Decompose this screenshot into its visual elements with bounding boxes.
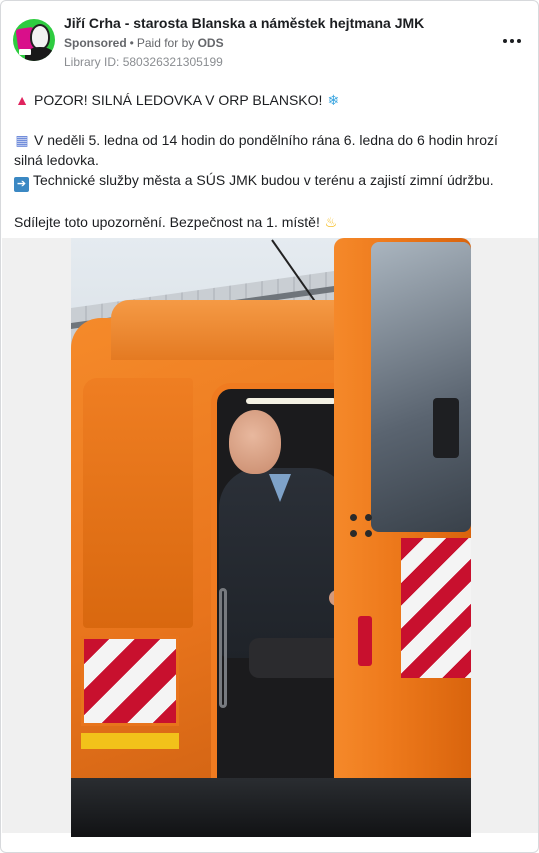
post-line-1-text: POZOR! SILNÁ LEDOVKA V ORP BLANSKO!: [34, 92, 323, 108]
door-bolt: [350, 530, 357, 537]
man-jacket: [219, 468, 349, 658]
library-label: Library ID:: [64, 55, 120, 69]
ad-photo[interactable]: [71, 238, 471, 837]
more-dot-icon: [517, 39, 521, 43]
paid-for-prefix: Paid for by: [136, 36, 195, 50]
post-line-3: ➔ Technické služby města a SÚS JMK budou …: [14, 170, 524, 192]
door-bolt: [350, 514, 357, 521]
sponsored-line: Sponsored • Paid for by ODS: [64, 36, 224, 50]
snowflake-icon: ❄: [327, 92, 340, 108]
post-body: ▲ POZOR! SILNÁ LEDOVKA V ORP BLANSKO! ❄ ▦ V…: [14, 90, 524, 232]
profile-avatar[interactable]: [13, 19, 55, 61]
door-red-reflector: [358, 616, 372, 666]
truck-lower-body: [71, 778, 471, 837]
calendar-icon: ▦: [15, 132, 29, 148]
post-line-4: Sdílejte toto upozornění. Bezpečnost na …: [14, 212, 524, 232]
warning-chevron-panel: [81, 636, 179, 726]
truck-mirror: [433, 398, 459, 458]
truck-door-window: [371, 242, 471, 532]
bell-icon: ♨: [324, 214, 338, 230]
truck-grab-handle: [219, 588, 227, 708]
door-warning-chevron: [401, 538, 471, 678]
post-line-2-text: V neděli 5. ledna od 14 hodin do ponděln…: [14, 132, 498, 168]
avatar-tag: [19, 49, 31, 55]
right-arrow-icon: ➔: [14, 177, 29, 192]
post-line-4-text: Sdílejte toto upozornění. Bezpečnost na …: [14, 214, 320, 230]
library-id-line: Library ID: 580326321305199: [64, 55, 223, 69]
truck-side-panel: [83, 378, 193, 628]
truck-cab-light: [246, 398, 336, 404]
more-options-button[interactable]: [498, 31, 526, 51]
page-name-link[interactable]: Jiří Crha - starosta Blanska a náměstek …: [64, 15, 424, 31]
door-bolt: [365, 514, 372, 521]
separator-dot: •: [129, 36, 134, 50]
door-bolt: [365, 530, 372, 537]
sponsored-label: Sponsored: [64, 36, 127, 50]
paid-for-by-name: ODS: [197, 36, 224, 50]
ad-header: Jiří Crha - starosta Blanska a náměstek …: [13, 13, 526, 73]
man-head: [229, 410, 281, 474]
library-id: 580326321305199: [122, 55, 223, 69]
media-container[interactable]: [2, 238, 538, 837]
post-line-3-text: Technické služby města a SÚS JMK budou v…: [33, 172, 494, 188]
yellow-reflective-strip: [81, 733, 179, 749]
post-line-2: ▦ V neděli 5. ledna od 14 hodin do ponděl…: [14, 130, 524, 170]
more-dot-icon: [510, 39, 514, 43]
post-line-1: ▲ POZOR! SILNÁ LEDOVKA V ORP BLANSKO! ❄: [14, 90, 524, 110]
more-dot-icon: [503, 39, 507, 43]
police-light-icon: ▲: [15, 92, 29, 108]
ad-card: Jiří Crha - starosta Blanska a náměstek …: [0, 0, 539, 853]
